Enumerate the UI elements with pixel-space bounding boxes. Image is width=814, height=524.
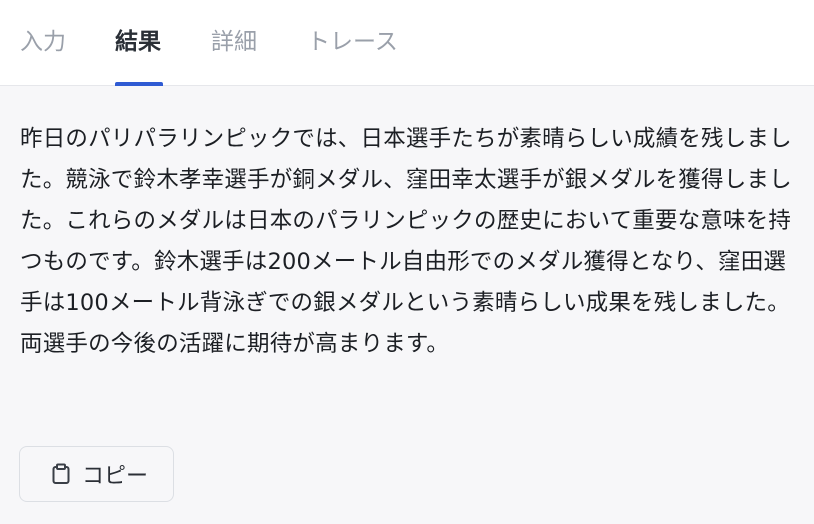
copy-button-label: コピー <box>82 464 149 489</box>
result-text: 昨日のパリパラリンピックでは、日本選手たちが素晴らしい成績を残しました。競泳で鈴… <box>20 126 792 357</box>
tab-details[interactable]: 詳細 <box>211 27 257 57</box>
copy-button[interactable]: コピー <box>19 446 174 502</box>
active-tab-indicator <box>115 82 163 86</box>
tab-result[interactable]: 結果 <box>115 27 161 57</box>
tab-trace[interactable]: トレース <box>307 27 398 57</box>
tab-input[interactable]: 入力 <box>20 27 66 57</box>
clipboard-icon <box>50 463 72 485</box>
tab-bar: 入力 結果 詳細 トレース <box>0 0 814 86</box>
